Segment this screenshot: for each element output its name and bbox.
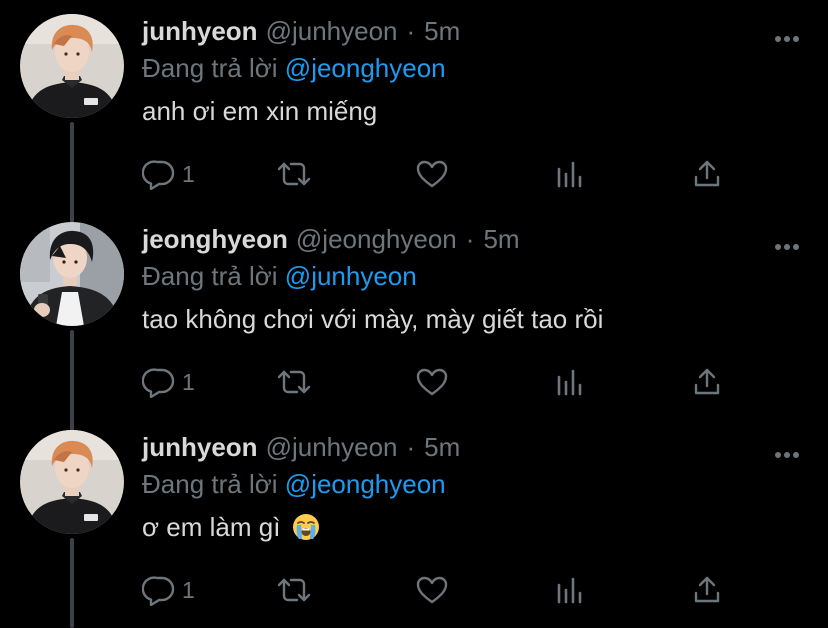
mention-link[interactable]: @jeonghyeon [285, 469, 446, 499]
avatar[interactable] [20, 222, 124, 326]
reply-count: 1 [182, 160, 195, 187]
replying-to-label: Đang trả lời [142, 469, 278, 499]
share-icon [692, 575, 722, 605]
retweet-icon [276, 159, 312, 189]
display-name[interactable]: junhyeon [142, 432, 258, 463]
avatar[interactable] [20, 14, 124, 118]
reply-button[interactable]: 1 [142, 154, 195, 194]
tweet-actions: 1 [0, 570, 828, 610]
replying-to-label: Đang trả lời [142, 53, 278, 83]
analytics-icon [555, 159, 585, 189]
more-options-icon[interactable] [774, 238, 800, 250]
timestamp[interactable]: 5m [483, 224, 519, 255]
retweet-button[interactable] [276, 154, 312, 194]
more-options-icon[interactable] [774, 30, 800, 42]
analytics-button[interactable] [555, 154, 585, 194]
tweet-text-container: ơ em làm gì [142, 512, 320, 548]
more-options-icon[interactable] [774, 446, 800, 458]
tweet-actions: 1 [0, 362, 828, 402]
separator-dot: · [406, 432, 416, 462]
tweet[interactable]: junhyeon @junhyeon · 5m Đang trả lời @je… [0, 416, 828, 624]
mention-link[interactable]: @junhyeon [285, 261, 417, 291]
like-icon [416, 159, 448, 189]
share-button[interactable] [692, 362, 722, 402]
analytics-icon [555, 367, 585, 397]
share-icon [692, 159, 722, 189]
tweet-actions: 1 [0, 154, 828, 194]
replying-to-line: Đang trả lời @jeonghyeon [142, 53, 446, 84]
username-handle[interactable]: @junhyeon [266, 432, 398, 463]
reply-icon [142, 158, 176, 190]
display-name[interactable]: junhyeon [142, 16, 258, 47]
like-button[interactable] [416, 362, 448, 402]
tweet[interactable]: junhyeon @junhyeon · 5m Đang trả lời @je… [0, 0, 828, 208]
replying-to-line: Đang trả lời @jeonghyeon [142, 469, 446, 500]
like-button[interactable] [416, 154, 448, 194]
analytics-button[interactable] [555, 362, 585, 402]
separator-dot: · [406, 16, 416, 46]
tweet-text: tao không chơi với mày, mày giết tao rồi [142, 304, 604, 334]
share-button[interactable] [692, 570, 722, 610]
tweet-header: junhyeon @junhyeon · 5m [142, 432, 460, 466]
tweet-text: anh ơi em xin miếng [142, 96, 378, 126]
reply-count: 1 [182, 576, 195, 603]
replying-to-label: Đang trả lời [142, 261, 278, 291]
analytics-icon [555, 575, 585, 605]
reply-button[interactable]: 1 [142, 570, 195, 610]
avatar[interactable] [20, 430, 124, 534]
tweet[interactable]: jeonghyeon @jeonghyeon · 5m Đang trả lời… [0, 208, 828, 416]
loudly-crying-face-icon [292, 513, 320, 548]
like-button[interactable] [416, 570, 448, 610]
retweet-icon [276, 575, 312, 605]
mention-link[interactable]: @jeonghyeon [285, 53, 446, 83]
retweet-button[interactable] [276, 570, 312, 610]
reply-icon [142, 574, 176, 606]
like-icon [416, 575, 448, 605]
share-icon [692, 367, 722, 397]
username-handle[interactable]: @jeonghyeon [296, 224, 457, 255]
retweet-icon [276, 367, 312, 397]
separator-dot: · [465, 224, 475, 254]
timestamp[interactable]: 5m [424, 16, 460, 47]
like-icon [416, 367, 448, 397]
tweet-header: junhyeon @junhyeon · 5m [142, 16, 460, 50]
username-handle[interactable]: @junhyeon [266, 16, 398, 47]
display-name[interactable]: jeonghyeon [142, 224, 288, 255]
tweet-header: jeonghyeon @jeonghyeon · 5m [142, 224, 520, 258]
replying-to-line: Đang trả lời @junhyeon [142, 261, 417, 292]
reply-count: 1 [182, 368, 195, 395]
timestamp[interactable]: 5m [424, 432, 460, 463]
analytics-button[interactable] [555, 570, 585, 610]
share-button[interactable] [692, 154, 722, 194]
reply-button[interactable]: 1 [142, 362, 195, 402]
reply-icon [142, 366, 176, 398]
tweet-text: ơ em làm gì [142, 512, 281, 542]
retweet-button[interactable] [276, 362, 312, 402]
